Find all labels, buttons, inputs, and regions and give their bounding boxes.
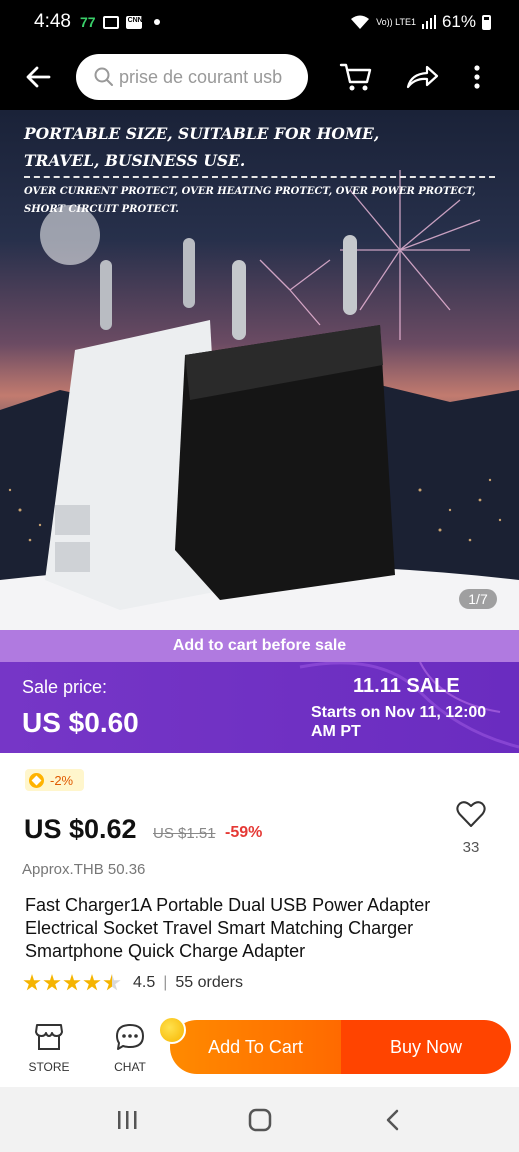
back-arrow-icon [26, 66, 51, 88]
coupon-badge[interactable]: -2% [25, 769, 84, 791]
network-indicator: Vo)) LTE1 [376, 16, 416, 27]
back-button[interactable] [0, 44, 76, 110]
rating-row[interactable]: 4.5 | 55 orders [23, 974, 243, 992]
approx-price: Approx.THB 50.36 [22, 861, 146, 878]
signal-icon [421, 15, 436, 29]
rating-separator: | [163, 974, 168, 991]
gallery-headline: PORTABLE SIZE, SUITABLE FOR HOME, TRAVEL… [24, 124, 380, 170]
chat-button[interactable]: CHAT [100, 1020, 160, 1074]
gallery-divider [24, 176, 495, 178]
wishlist-button[interactable]: 33 [449, 800, 493, 856]
coin-icon [158, 1016, 186, 1044]
search-icon [94, 67, 113, 86]
sale-panel: Sale price: US $0.60 11.11 SALE Starts o… [0, 662, 519, 753]
chevron-left-icon [386, 1109, 398, 1130]
star-icon [43, 974, 61, 991]
top-header: prise de courant usb [0, 44, 519, 110]
more-button[interactable] [457, 44, 497, 110]
cnn-notification-icon [125, 15, 143, 29]
gallery-subline: OVER CURRENT PROTECT, OVER HEATING PROTE… [24, 186, 476, 215]
home-button[interactable] [230, 1095, 290, 1145]
battery-icon [482, 14, 491, 30]
carrier-badge: 77 [79, 14, 96, 30]
sale-price: US $0.60 [22, 707, 139, 738]
product-title: Fast Charger1A Portable Dual USB Power A… [25, 895, 431, 961]
store-icon [35, 1024, 63, 1050]
half-star-icon [103, 974, 121, 991]
current-price: US $0.62 [24, 814, 137, 844]
wishlist-count: 33 [462, 839, 480, 856]
buy-now-button[interactable]: Buy Now [341, 1020, 511, 1074]
more-icon [474, 65, 480, 89]
chat-icon [116, 1024, 144, 1050]
wifi-icon [351, 15, 370, 29]
coupon-text: -2% [50, 772, 74, 788]
star-icon [83, 974, 101, 991]
rating-value: 4.5 [133, 974, 156, 991]
cart-button[interactable] [326, 44, 386, 110]
discount-percent: -59% [225, 824, 263, 841]
store-button[interactable]: STORE [19, 1020, 79, 1074]
chat-label: CHAT [114, 1060, 146, 1074]
search-input[interactable]: prise de courant usb [76, 54, 308, 100]
store-label: STORE [28, 1060, 70, 1074]
rating-stars [23, 974, 121, 992]
gallery-notification-icon [102, 15, 119, 29]
heart-icon [456, 801, 486, 827]
sale-start-time: Starts on Nov 11, 12:00 AM PT [311, 704, 487, 740]
recent-apps-button[interactable] [97, 1095, 157, 1145]
orders-count: 55 orders [175, 974, 243, 991]
add-to-cart-button[interactable]: Add To Cart [170, 1020, 341, 1074]
original-price: US $1.51 [153, 825, 216, 842]
system-nav-bar [0, 1087, 519, 1152]
share-icon [406, 65, 439, 89]
sale-reminder-strip[interactable]: Add to cart before sale [0, 630, 519, 662]
gallery-page-indicator: 1/7 [459, 589, 497, 609]
status-right: Vo)) LTE1 61% [350, 12, 491, 32]
cart-icon [339, 63, 372, 91]
product-gallery[interactable]: PORTABLE SIZE, SUITABLE FOR HOME, TRAVEL… [0, 110, 519, 630]
coupon-icon [29, 772, 44, 788]
recent-apps-icon [117, 1110, 136, 1129]
battery-percent: 61% [441, 12, 476, 31]
system-back-button[interactable] [363, 1095, 423, 1145]
search-placeholder: prise de courant usb [119, 66, 283, 87]
status-bar: 4:48 77 Vo)) LTE1 61% [0, 0, 519, 44]
sale-event-title: 11.11 SALE [353, 675, 460, 697]
share-button[interactable] [392, 44, 452, 110]
status-time: 4:48 [34, 11, 71, 32]
sale-price-label: Sale price: [22, 677, 108, 697]
star-icon [63, 974, 81, 991]
star-icon [23, 974, 41, 991]
home-icon [248, 1108, 271, 1131]
more-notifications-dot-icon [153, 19, 160, 25]
bottom-action-bar: STORE CHAT Add To Cart Buy Now [0, 1008, 519, 1087]
